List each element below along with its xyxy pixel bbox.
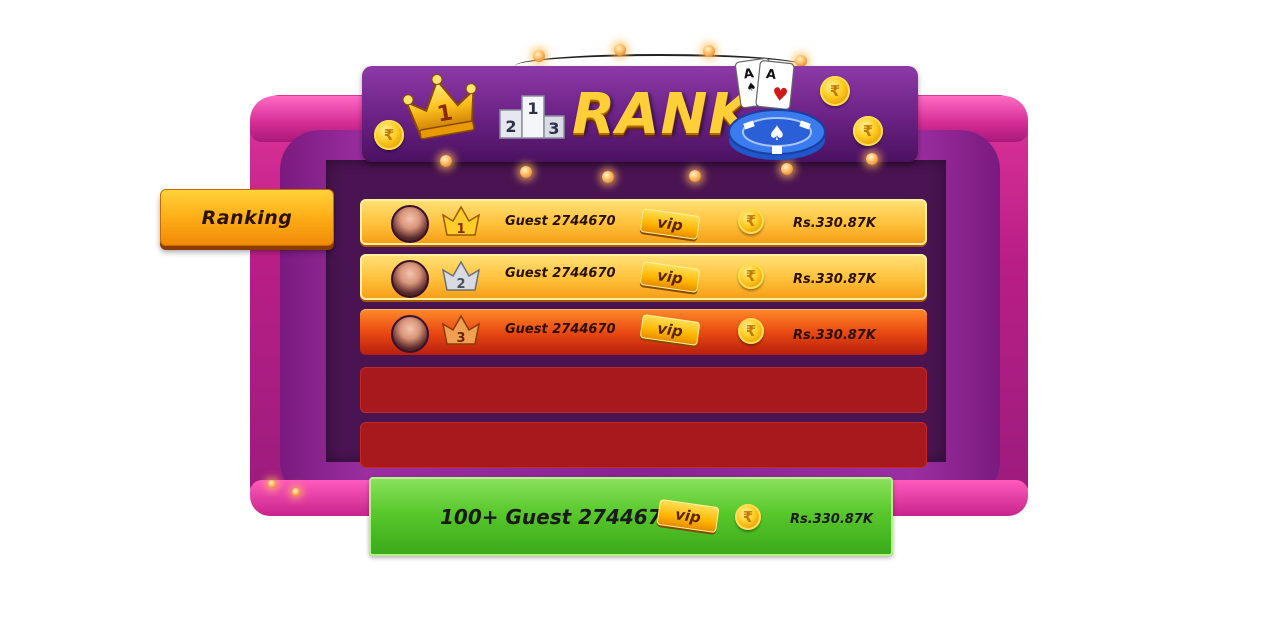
coin-icon: ₹	[735, 504, 761, 530]
podium-label: 2	[505, 117, 516, 136]
rank-3-crown-icon: 3	[441, 314, 481, 346]
rank-number: 3	[456, 331, 465, 346]
rank-number: 1	[456, 222, 465, 237]
player-name: Guest 2744670	[505, 266, 616, 281]
ranking-row-empty	[360, 367, 927, 413]
avatar	[391, 260, 429, 298]
rank-number: 2	[456, 277, 465, 292]
coin-icon: ₹	[738, 318, 764, 344]
rank-1-crown-icon: 1	[441, 205, 481, 237]
light-bulb-icon	[440, 155, 452, 167]
light-bulb-icon	[689, 170, 701, 182]
svg-text:♠: ♠	[768, 121, 786, 145]
ranking-row-empty	[360, 422, 927, 468]
podium-label: 1	[527, 99, 538, 118]
light-bulb-icon	[602, 171, 614, 183]
light-bulb-icon	[781, 163, 793, 175]
vip-badge-label: vip	[656, 319, 684, 341]
my-rank-label: 100+ Guest 2744670	[440, 505, 676, 529]
coin-icon: ₹	[374, 120, 404, 150]
my-amount: Rs.330.87K	[790, 512, 873, 527]
coin-icon: ₹	[738, 208, 764, 234]
light-bulb-icon	[614, 44, 626, 56]
tab-ranking-label: Ranking	[201, 206, 293, 229]
player-amount: Rs.330.87K	[793, 328, 876, 343]
podium-icon: 2 1 3	[499, 95, 565, 139]
podium-label: 3	[548, 119, 559, 138]
poker-chip-icon: ♠	[728, 109, 826, 160]
vip-badge-label: vip	[656, 266, 684, 288]
light-bulb-icon	[268, 480, 276, 488]
page-title: RANK	[572, 82, 753, 147]
player-name: Guest 2744670	[505, 322, 616, 337]
light-bulb-icon	[533, 50, 545, 62]
vip-badge-label: vip	[674, 505, 702, 527]
svg-text:♠: ♠	[746, 80, 758, 94]
tab-ranking[interactable]: Ranking	[160, 189, 334, 246]
rank-2-crown-icon: 2	[441, 260, 481, 292]
coin-icon: ₹	[738, 263, 764, 289]
card-rank-label: A	[765, 67, 777, 83]
coin-icon: ₹	[853, 116, 883, 146]
avatar	[391, 315, 429, 353]
player-amount: Rs.330.87K	[793, 272, 876, 287]
light-bulb-icon	[703, 45, 715, 57]
light-bulb-icon	[866, 153, 878, 165]
avatar	[391, 205, 429, 243]
light-bulb-icon	[292, 488, 300, 496]
vip-badge-label: vip	[656, 213, 684, 235]
crown-icon: 1	[402, 74, 477, 140]
light-bulb-icon	[520, 166, 532, 178]
player-amount: Rs.330.87K	[793, 216, 876, 231]
player-name: Guest 2744670	[505, 214, 616, 229]
coin-icon: ₹	[820, 76, 850, 106]
